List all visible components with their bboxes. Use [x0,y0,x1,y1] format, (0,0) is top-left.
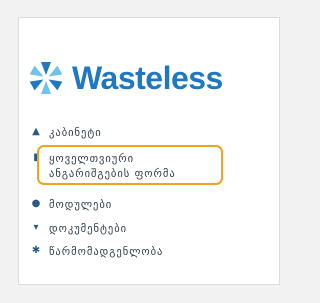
modules-icon: ● [31,198,41,209]
representation-icon: ✱ [31,245,41,256]
highlight-box [37,145,223,185]
sidebar-item-label: მოდულები [49,199,113,211]
dashboard-icon: ▲ [32,126,40,137]
brand-logo[interactable]: Wasteless [26,58,223,98]
sidebar-item-label: დოკუმენტები [49,223,128,235]
sidebar-item-label: კაბინეტი [49,127,102,139]
wasteless-logo-icon [29,62,63,94]
brand-name: Wasteless [72,60,223,96]
documents-icon: ▾ [33,222,39,233]
sidebar-item-label: წარმომადგენლობა [49,246,164,258]
